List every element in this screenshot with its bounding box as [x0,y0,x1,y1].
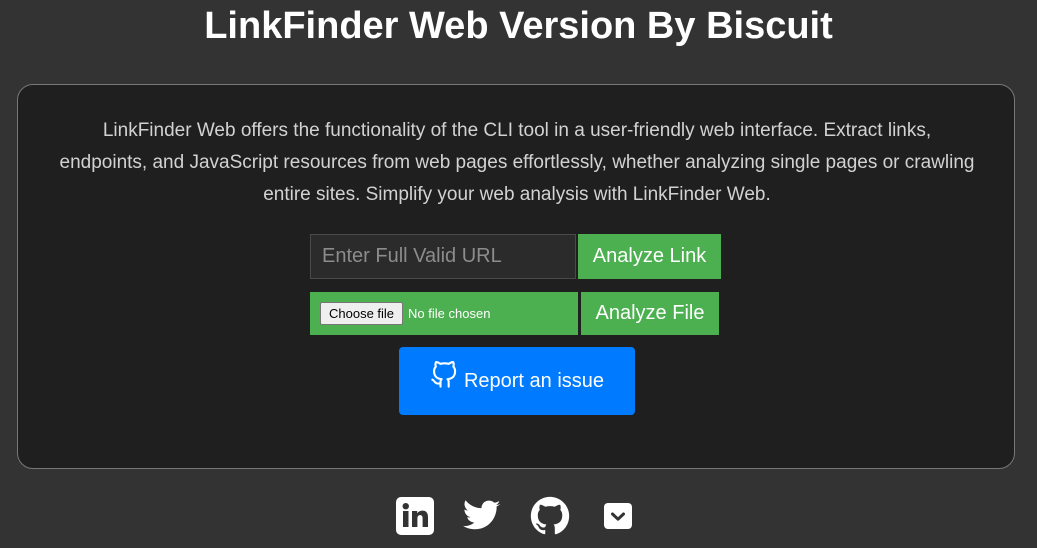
pocket-link[interactable] [598,496,638,536]
description-text: LinkFinder Web offers the functionality … [59,120,975,205]
github-icon [530,496,570,535]
page: LinkFinder Web Version By Biscuit LinkFi… [0,0,1037,548]
linkedin-icon [396,497,434,535]
report-issue-label: Report an issue [463,369,605,392]
analyze-link-button[interactable]: Analyze Link [578,234,721,279]
file-input[interactable]: Choose file No file chosen [310,292,578,335]
choose-file-button[interactable]: Choose file [320,302,404,325]
file-status-text: No file chosen [408,306,491,321]
page-title: LinkFinder Web Version By Biscuit [204,5,833,47]
report-issue-button[interactable]: Report an issue [399,347,635,415]
main-card: LinkFinder Web offers the functionality … [17,84,1015,469]
linkedin-link[interactable] [395,496,435,536]
analyze-file-button[interactable]: Analyze File [581,292,719,335]
pocket-icon [604,503,632,529]
social-links [0,496,1037,536]
url-input[interactable] [310,234,576,279]
github-icon [431,361,457,388]
twitter-icon [463,500,501,530]
twitter-link[interactable] [462,496,502,536]
github-link[interactable] [530,496,570,536]
